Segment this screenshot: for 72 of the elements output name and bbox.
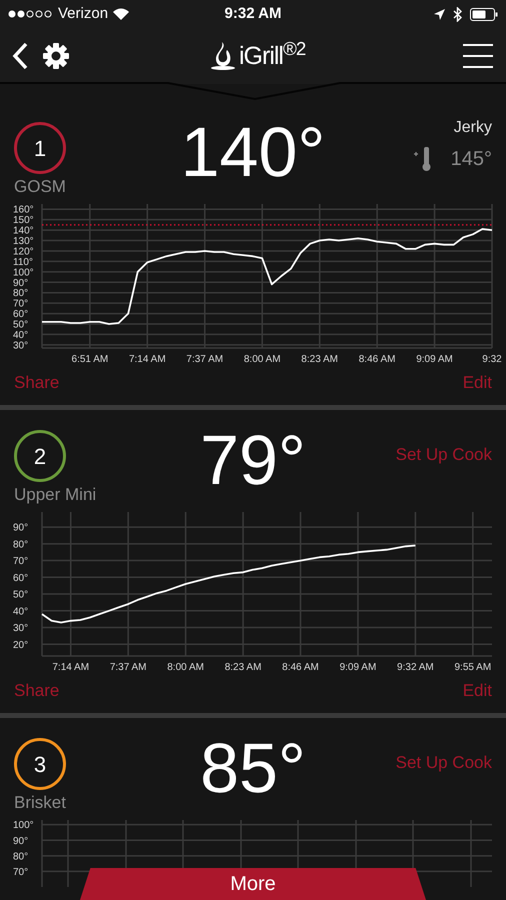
x-axis-label: 7:14 AM: [128, 354, 166, 365]
probe-number: 2: [14, 430, 66, 482]
temperature-reading: 140°: [180, 120, 326, 184]
x-axis-label: 9:09 AM: [340, 662, 376, 673]
carrier-name: Verizon: [58, 4, 108, 24]
thermometer-icon: [412, 146, 433, 172]
y-axis-label: 70°: [13, 298, 28, 310]
y-axis-label: 20°: [13, 640, 28, 651]
target-temperature: 145°: [450, 147, 492, 172]
y-axis-label: 60°: [13, 309, 28, 320]
y-axis-label: 40°: [13, 330, 28, 341]
y-axis-label: 130°: [13, 236, 34, 248]
y-axis-label: 40°: [13, 606, 28, 618]
y-axis-label: 90°: [13, 278, 28, 289]
y-axis-label: 50°: [13, 320, 28, 330]
x-axis-label: 8:23 AM: [224, 662, 262, 673]
y-axis-label: 100°: [13, 267, 34, 278]
location-arrow-icon: [434, 8, 445, 20]
y-axis-label: 70°: [13, 556, 28, 568]
y-axis-label: 140°: [13, 226, 34, 237]
y-axis-label: 30°: [13, 623, 28, 634]
x-axis-label: 8:46 AM: [282, 662, 319, 673]
y-axis-label: 50°: [13, 590, 28, 601]
set-up-cook-link[interactable]: Set Up Cook: [396, 442, 492, 468]
probe-number: 1: [14, 122, 66, 174]
y-axis-label: 160°: [13, 204, 34, 216]
x-axis-label: 9:55 AM: [454, 662, 492, 673]
x-axis-label: 6:51 AM: [72, 354, 108, 365]
x-axis-label: 7:37 AM: [110, 662, 147, 673]
y-axis-label: 100°: [13, 820, 34, 832]
share-link[interactable]: Share: [14, 681, 60, 701]
edit-link[interactable]: Edit: [462, 373, 492, 393]
flame-logo-icon: [210, 40, 236, 70]
app-logo: iGrill$^{®2}$: [239, 42, 306, 70]
probe-name: Upper Mini: [14, 485, 96, 505]
x-axis-label: 8:46 AM: [358, 354, 396, 365]
share-link[interactable]: Share: [14, 373, 60, 393]
target-label: Jerky: [454, 118, 492, 138]
x-axis-label: 8:23 AM: [301, 354, 338, 365]
clock-time: 9:32 AM: [224, 4, 282, 24]
x-axis-label: 9:09 AM: [416, 354, 453, 365]
temperature-reading: 79°: [200, 428, 306, 492]
edit-link[interactable]: Edit: [462, 681, 492, 701]
bluetooth-icon: [453, 6, 462, 22]
wifi-icon: [112, 8, 130, 20]
y-axis-label: 80°: [13, 288, 28, 300]
y-axis-label: 30°: [13, 340, 28, 352]
x-axis-label: 9:32 AM: [397, 662, 434, 673]
battery-icon: [470, 8, 498, 20]
y-axis-label: 90°: [13, 836, 28, 847]
temperature-reading: 85°: [200, 736, 306, 800]
y-axis-label: 110°: [13, 256, 33, 268]
x-axis-label: 7:37 AM: [186, 354, 224, 365]
signal-icon: [8, 10, 54, 18]
probe-name: Brisket: [14, 793, 66, 813]
y-axis-label: 120°: [13, 246, 34, 258]
gear-icon[interactable]: [42, 42, 70, 70]
probe-number: 3: [14, 738, 66, 790]
x-axis-label: 8:00 AM: [244, 354, 281, 365]
probe-name: GOSM: [14, 177, 66, 197]
x-axis-label: 9:32: [482, 354, 502, 365]
set-up-cook-link[interactable]: Set Up Cook: [396, 750, 492, 776]
y-axis-label: 80°: [13, 851, 28, 862]
y-axis-label: 150°: [13, 215, 34, 226]
y-axis-label: 60°: [13, 572, 28, 584]
more-button[interactable]: More: [80, 868, 426, 900]
x-axis-label: 8:00 AM: [167, 662, 204, 673]
menu-button[interactable]: [463, 44, 493, 68]
y-axis-label: 80°: [13, 539, 28, 550]
y-axis-label: 90°: [13, 522, 28, 534]
y-axis-label: 70°: [13, 866, 28, 878]
x-axis-label: 7:14 AM: [52, 662, 90, 673]
